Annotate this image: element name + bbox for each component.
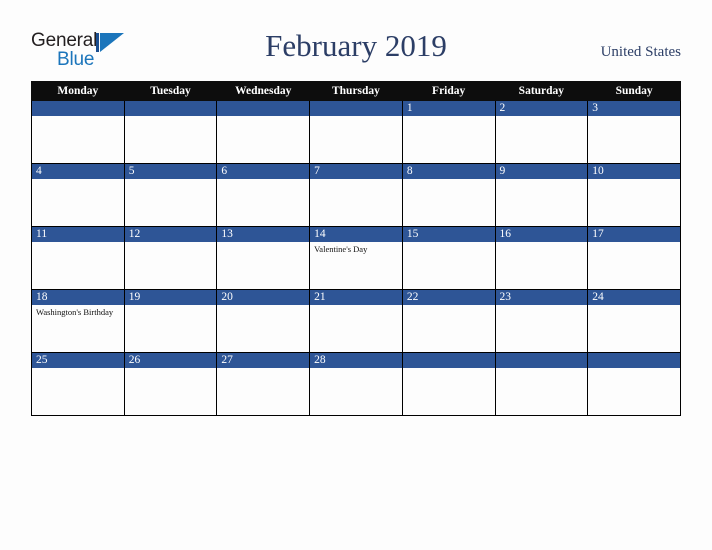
holiday-label: Washington's Birthday [36, 307, 114, 317]
calendar-body: 1 2 3 4 5 6 7 8 9 10 11 12 13 14 Valentine's Day 15 16 17… [31, 100, 681, 416]
calendar-week-row: 25 26 27 28 [31, 352, 681, 416]
day-number [495, 353, 588, 368]
calendar-day-cell[interactable] [309, 100, 403, 164]
day-number: 1 [402, 101, 495, 116]
calendar-day-cell[interactable]: 13 [216, 226, 311, 290]
calendar-day-cell[interactable]: 10 [587, 163, 681, 227]
day-number: 18 [32, 290, 124, 305]
day-number [217, 101, 310, 116]
day-number: 10 [588, 164, 680, 179]
calendar-day-cell[interactable] [31, 100, 125, 164]
calendar-day-cell[interactable]: 7 [309, 163, 403, 227]
calendar-day-cell[interactable]: 14 Valentine's Day [309, 226, 403, 290]
calendar-day-cell[interactable]: 6 [216, 163, 311, 227]
weekday-header-tuesday: Tuesday [123, 81, 218, 101]
calendar-day-cell[interactable]: 5 [123, 163, 218, 227]
day-number: 16 [495, 227, 588, 242]
calendar-day-cell[interactable]: 17 [587, 226, 681, 290]
weekday-header-thursday: Thursday [309, 81, 403, 101]
day-number: 21 [310, 290, 402, 305]
calendar-day-cell[interactable]: 25 [31, 352, 125, 416]
calendar-day-cell[interactable]: 26 [123, 352, 218, 416]
calendar-day-cell[interactable]: 8 [401, 163, 496, 227]
day-number: 26 [124, 353, 217, 368]
calendar-day-cell[interactable]: 28 [309, 352, 403, 416]
weekday-header-wednesday: Wednesday [216, 81, 311, 101]
day-events: Valentine's Day [310, 242, 402, 254]
day-number [124, 101, 217, 116]
calendar-week-row: 18 Washington's Birthday 19 20 21 22 23 24 [31, 289, 681, 353]
day-number: 7 [310, 164, 402, 179]
weekday-header-sunday: Sunday [587, 81, 681, 101]
day-number: 3 [588, 101, 680, 116]
day-number: 23 [495, 290, 588, 305]
page-header: General Blue February 2019 United States [0, 0, 712, 80]
weekday-header-row: Monday Tuesday Wednesday Thursday Friday… [31, 81, 681, 101]
calendar-day-cell[interactable] [123, 100, 218, 164]
calendar-day-cell[interactable]: 22 [401, 289, 496, 353]
day-number: 4 [32, 164, 124, 179]
weekday-header-monday: Monday [31, 81, 125, 101]
day-number: 6 [217, 164, 310, 179]
calendar-day-cell[interactable] [494, 352, 589, 416]
calendar-week-row: 123 [31, 100, 681, 164]
calendar-week-row: 4 5 6 7 8 9 10 [31, 163, 681, 227]
day-number: 24 [588, 290, 680, 305]
calendar-day-cell[interactable]: 16 [494, 226, 589, 290]
day-number: 20 [217, 290, 310, 305]
day-number: 12 [124, 227, 217, 242]
day-number: 22 [402, 290, 495, 305]
holiday-label: Valentine's Day [314, 244, 368, 254]
weekday-header-saturday: Saturday [494, 81, 589, 101]
day-number: 15 [402, 227, 495, 242]
calendar-day-cell[interactable] [587, 352, 681, 416]
day-number: 8 [402, 164, 495, 179]
weekday-header-friday: Friday [401, 81, 496, 101]
day-number: 19 [124, 290, 217, 305]
day-number: 11 [32, 227, 124, 242]
day-number [588, 353, 680, 368]
day-number [402, 353, 495, 368]
calendar-day-cell[interactable]: 11 [31, 226, 125, 290]
calendar-day-cell[interactable]: 1 [401, 100, 496, 164]
day-number: 28 [310, 353, 402, 368]
day-number: 9 [495, 164, 588, 179]
day-number: 5 [124, 164, 217, 179]
day-number: 25 [32, 353, 124, 368]
country-label: United States [600, 44, 681, 60]
calendar-day-cell[interactable]: 2 [494, 100, 589, 164]
day-number [310, 101, 402, 116]
calendar-day-cell[interactable]: 23 [494, 289, 589, 353]
calendar-day-cell[interactable]: 19 [123, 289, 218, 353]
day-number: 27 [217, 353, 310, 368]
calendar-day-cell[interactable]: 18 Washington's Birthday [31, 289, 125, 353]
calendar-grid: Monday Tuesday Wednesday Thursday Friday… [31, 81, 681, 416]
day-events: Washington's Birthday [32, 305, 124, 317]
calendar-day-cell[interactable]: 24 [587, 289, 681, 353]
calendar-day-cell[interactable]: 9 [494, 163, 589, 227]
day-number: 14 [310, 227, 402, 242]
day-number: 2 [495, 101, 588, 116]
calendar-day-cell[interactable]: 27 [216, 352, 311, 416]
calendar-day-cell[interactable]: 20 [216, 289, 311, 353]
day-number: 13 [217, 227, 310, 242]
calendar-day-cell[interactable]: 15 [401, 226, 496, 290]
calendar-day-cell[interactable]: 12 [123, 226, 218, 290]
calendar-week-row: 11 12 13 14 Valentine's Day 15 16 17 [31, 226, 681, 290]
calendar-day-cell[interactable]: 4 [31, 163, 125, 227]
calendar-day-cell[interactable] [216, 100, 311, 164]
calendar-page: General Blue February 2019 United States… [0, 0, 712, 550]
day-number [32, 101, 124, 116]
calendar-day-cell[interactable]: 3 [587, 100, 681, 164]
calendar-day-cell[interactable] [401, 352, 496, 416]
day-number: 17 [588, 227, 680, 242]
calendar-day-cell[interactable]: 21 [309, 289, 403, 353]
